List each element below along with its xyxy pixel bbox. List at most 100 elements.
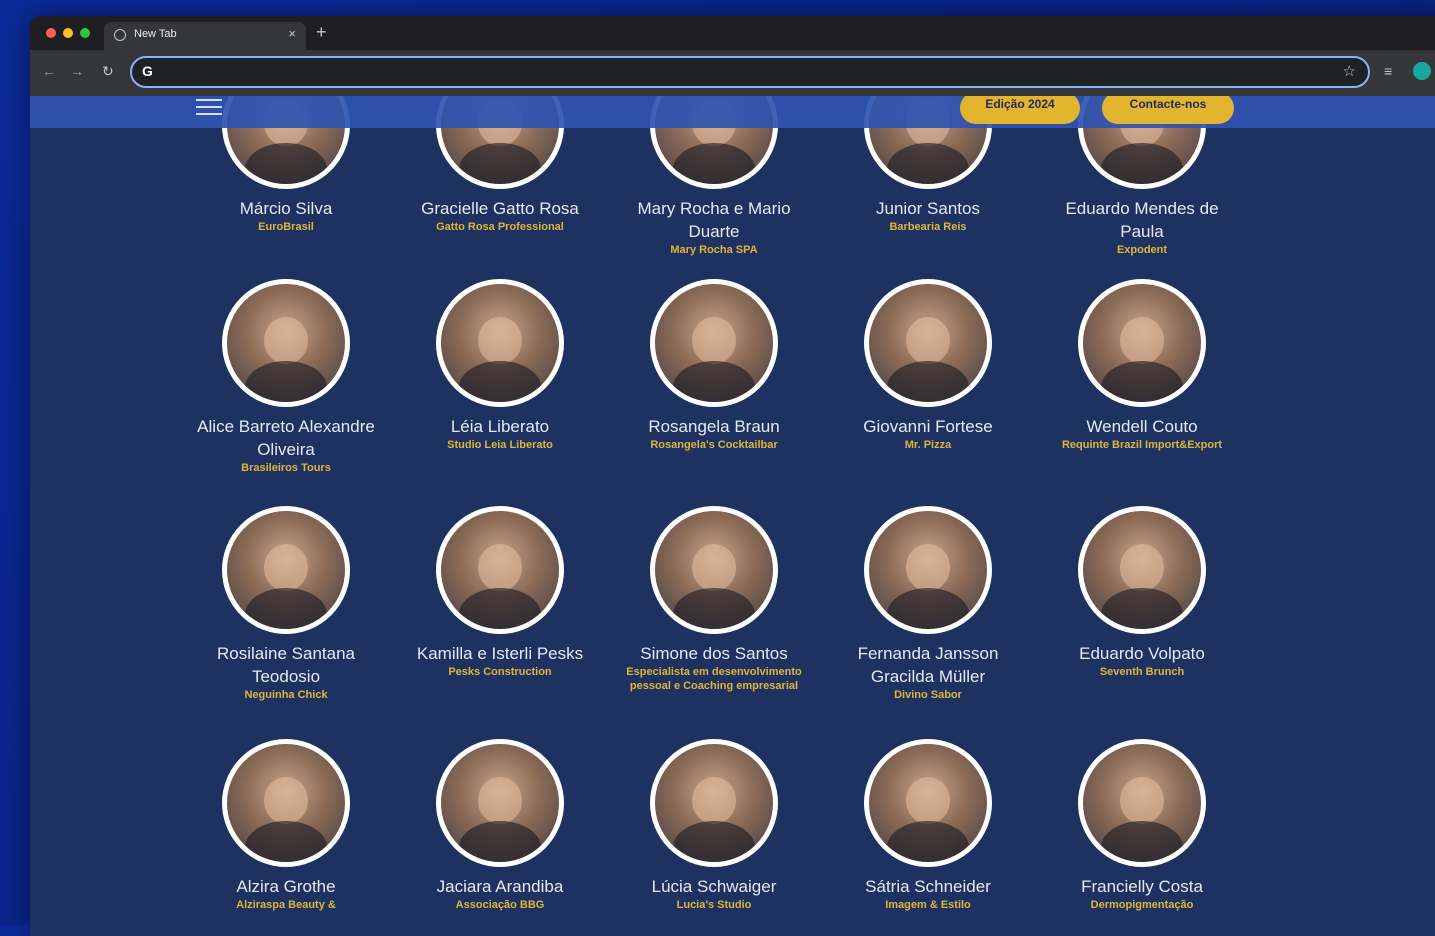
extensions-icon[interactable]: ≡ bbox=[1384, 63, 1392, 79]
tab-title: New Tab bbox=[134, 28, 177, 40]
person-name: Gracielle Gatto Rosa bbox=[421, 199, 579, 218]
person-company: Dermopigmentação bbox=[1090, 899, 1194, 911]
avatar-head-shape bbox=[1119, 544, 1165, 592]
person-company: Lucia's Studio bbox=[676, 899, 752, 911]
person-company: Divino Sabor bbox=[894, 689, 962, 701]
person-card[interactable]: Sátria Schneider Imagem & Estilo bbox=[828, 739, 1028, 912]
browser-tab[interactable]: New Tab × bbox=[104, 22, 306, 50]
person-card[interactable]: Wendell Couto Requinte Brazil Import&Expo… bbox=[1042, 279, 1242, 452]
person-name: Giovanni Fortese bbox=[863, 417, 993, 436]
avatar bbox=[222, 506, 350, 634]
avatar-head-shape bbox=[477, 544, 523, 592]
globe-icon bbox=[114, 29, 126, 41]
avatar-body-shape bbox=[1100, 360, 1184, 402]
person-name: Márcio Silva bbox=[239, 199, 333, 218]
avatar bbox=[864, 506, 992, 634]
avatar bbox=[1078, 279, 1206, 407]
person-name: Fernanda Jansson Gracilda Müller bbox=[857, 644, 999, 686]
avatar-head-shape bbox=[1119, 777, 1165, 825]
avatar-body-shape bbox=[1100, 142, 1184, 184]
person-card[interactable]: Giovanni Fortese Mr. Pizza bbox=[828, 279, 1028, 452]
avatar-head-shape bbox=[263, 544, 309, 592]
avatar bbox=[222, 739, 350, 867]
new-tab-button[interactable]: + bbox=[316, 22, 327, 43]
person-company: Mary Rocha SPA bbox=[670, 244, 758, 256]
person-card[interactable]: Kamilla e Isterli Pesks Pesks Constructio… bbox=[400, 506, 600, 679]
avatar bbox=[222, 279, 350, 407]
person-name: Rosilaine Santana Teodosio bbox=[217, 644, 355, 686]
person-name: Eduardo Volpato bbox=[1079, 644, 1205, 663]
person-name: Alzira Grothe bbox=[236, 877, 336, 896]
person-card[interactable]: Francielly Costa Dermopigmentação bbox=[1042, 739, 1242, 912]
forward-arrow-icon[interactable]: → bbox=[70, 63, 84, 79]
person-card[interactable]: Lúcia Schwaiger Lucia's Studio bbox=[614, 739, 814, 912]
address-bar[interactable]: G ☆ bbox=[130, 56, 1370, 88]
avatar-head-shape bbox=[691, 777, 737, 825]
person-name: Francielly Costa bbox=[1081, 877, 1203, 896]
tab-close-button[interactable]: × bbox=[288, 26, 296, 41]
avatar-head-shape bbox=[905, 544, 951, 592]
person-card[interactable]: Eduardo Volpato Seventh Brunch bbox=[1042, 506, 1242, 679]
avatar bbox=[864, 739, 992, 867]
reload-icon[interactable]: ↻ bbox=[102, 63, 114, 80]
avatar-head-shape bbox=[263, 777, 309, 825]
hamburger-menu-icon[interactable] bbox=[196, 97, 222, 117]
person-card[interactable]: Simone dos Santos Especialista em desenvo… bbox=[614, 506, 814, 693]
person-company: Especialista em desenvolvimento pessoal … bbox=[626, 666, 802, 692]
person-card[interactable]: Rosangela Braun Rosangela's Cocktailbar bbox=[614, 279, 814, 452]
person-card[interactable]: Fernanda Jansson Gracilda Müller Divino S… bbox=[828, 506, 1028, 702]
avatar bbox=[1078, 506, 1206, 634]
avatar-body-shape bbox=[1100, 587, 1184, 629]
avatar-head-shape bbox=[905, 317, 951, 365]
avatar-body-shape bbox=[672, 142, 756, 184]
avatar-body-shape bbox=[458, 820, 542, 862]
person-card[interactable]: Rosilaine Santana Teodosio Neguinha Chick bbox=[186, 506, 386, 702]
avatar-head-shape bbox=[905, 777, 951, 825]
avatar bbox=[650, 739, 778, 867]
back-arrow-icon[interactable]: ← bbox=[42, 63, 56, 79]
avatar-body-shape bbox=[886, 360, 970, 402]
edicao-2024-button[interactable]: Edição 2024 bbox=[960, 96, 1080, 124]
person-name: Léia Liberato bbox=[450, 417, 550, 436]
browser-toolbar: ← → ↻ G ☆ ≡ bbox=[30, 50, 1435, 96]
close-window-button[interactable] bbox=[46, 28, 56, 38]
person-company: Requinte Brazil Import&Export bbox=[1061, 439, 1223, 451]
contact-button[interactable]: Contacte-nos bbox=[1102, 96, 1234, 124]
avatar-body-shape bbox=[244, 820, 328, 862]
person-card[interactable]: Alice Barreto Alexandre Oliveira Brasilei… bbox=[186, 279, 386, 475]
avatar bbox=[650, 506, 778, 634]
person-card[interactable]: Jaciara Arandiba Associação BBG bbox=[400, 739, 600, 912]
avatar-head-shape bbox=[691, 317, 737, 365]
person-name: Mary Rocha e Mario Duarte bbox=[637, 199, 791, 241]
person-name: Eduardo Mendes de Paula bbox=[1065, 199, 1219, 241]
person-name: Sátria Schneider bbox=[865, 877, 991, 896]
profile-avatar[interactable] bbox=[1413, 62, 1431, 80]
avatar-body-shape bbox=[244, 360, 328, 402]
avatar-body-shape bbox=[458, 360, 542, 402]
minimize-window-button[interactable] bbox=[63, 28, 73, 38]
maximize-window-button[interactable] bbox=[80, 28, 90, 38]
person-name: Wendell Couto bbox=[1086, 417, 1198, 436]
avatar-body-shape bbox=[458, 142, 542, 184]
avatar bbox=[650, 279, 778, 407]
person-name: Lúcia Schwaiger bbox=[651, 877, 777, 896]
site-navbar: Edição 2024 Contacte-nos bbox=[30, 96, 1435, 128]
person-card[interactable]: Alzira Grothe Alziraspa Beauty & bbox=[186, 739, 386, 912]
person-company: Expodent bbox=[1116, 244, 1168, 256]
avatar bbox=[436, 739, 564, 867]
google-icon: G bbox=[142, 63, 153, 79]
person-name: Simone dos Santos bbox=[640, 644, 788, 663]
avatar-head-shape bbox=[477, 777, 523, 825]
avatar-body-shape bbox=[886, 142, 970, 184]
bookmark-star-icon[interactable]: ☆ bbox=[1343, 62, 1356, 80]
address-input[interactable] bbox=[164, 62, 1318, 84]
person-company: Barbearia Reis bbox=[889, 221, 967, 233]
avatar bbox=[1078, 739, 1206, 867]
page-viewport[interactable]: Edição 2024 Contacte-nos Márcio Silva Eur… bbox=[30, 96, 1435, 936]
person-company: Mr. Pizza bbox=[904, 439, 952, 451]
avatar-body-shape bbox=[244, 142, 328, 184]
person-company: Imagem & Estilo bbox=[885, 899, 971, 911]
person-card[interactable]: Léia Liberato Studio Leia Liberato bbox=[400, 279, 600, 452]
avatar-body-shape bbox=[672, 587, 756, 629]
person-company: Gatto Rosa Professional bbox=[436, 221, 564, 233]
